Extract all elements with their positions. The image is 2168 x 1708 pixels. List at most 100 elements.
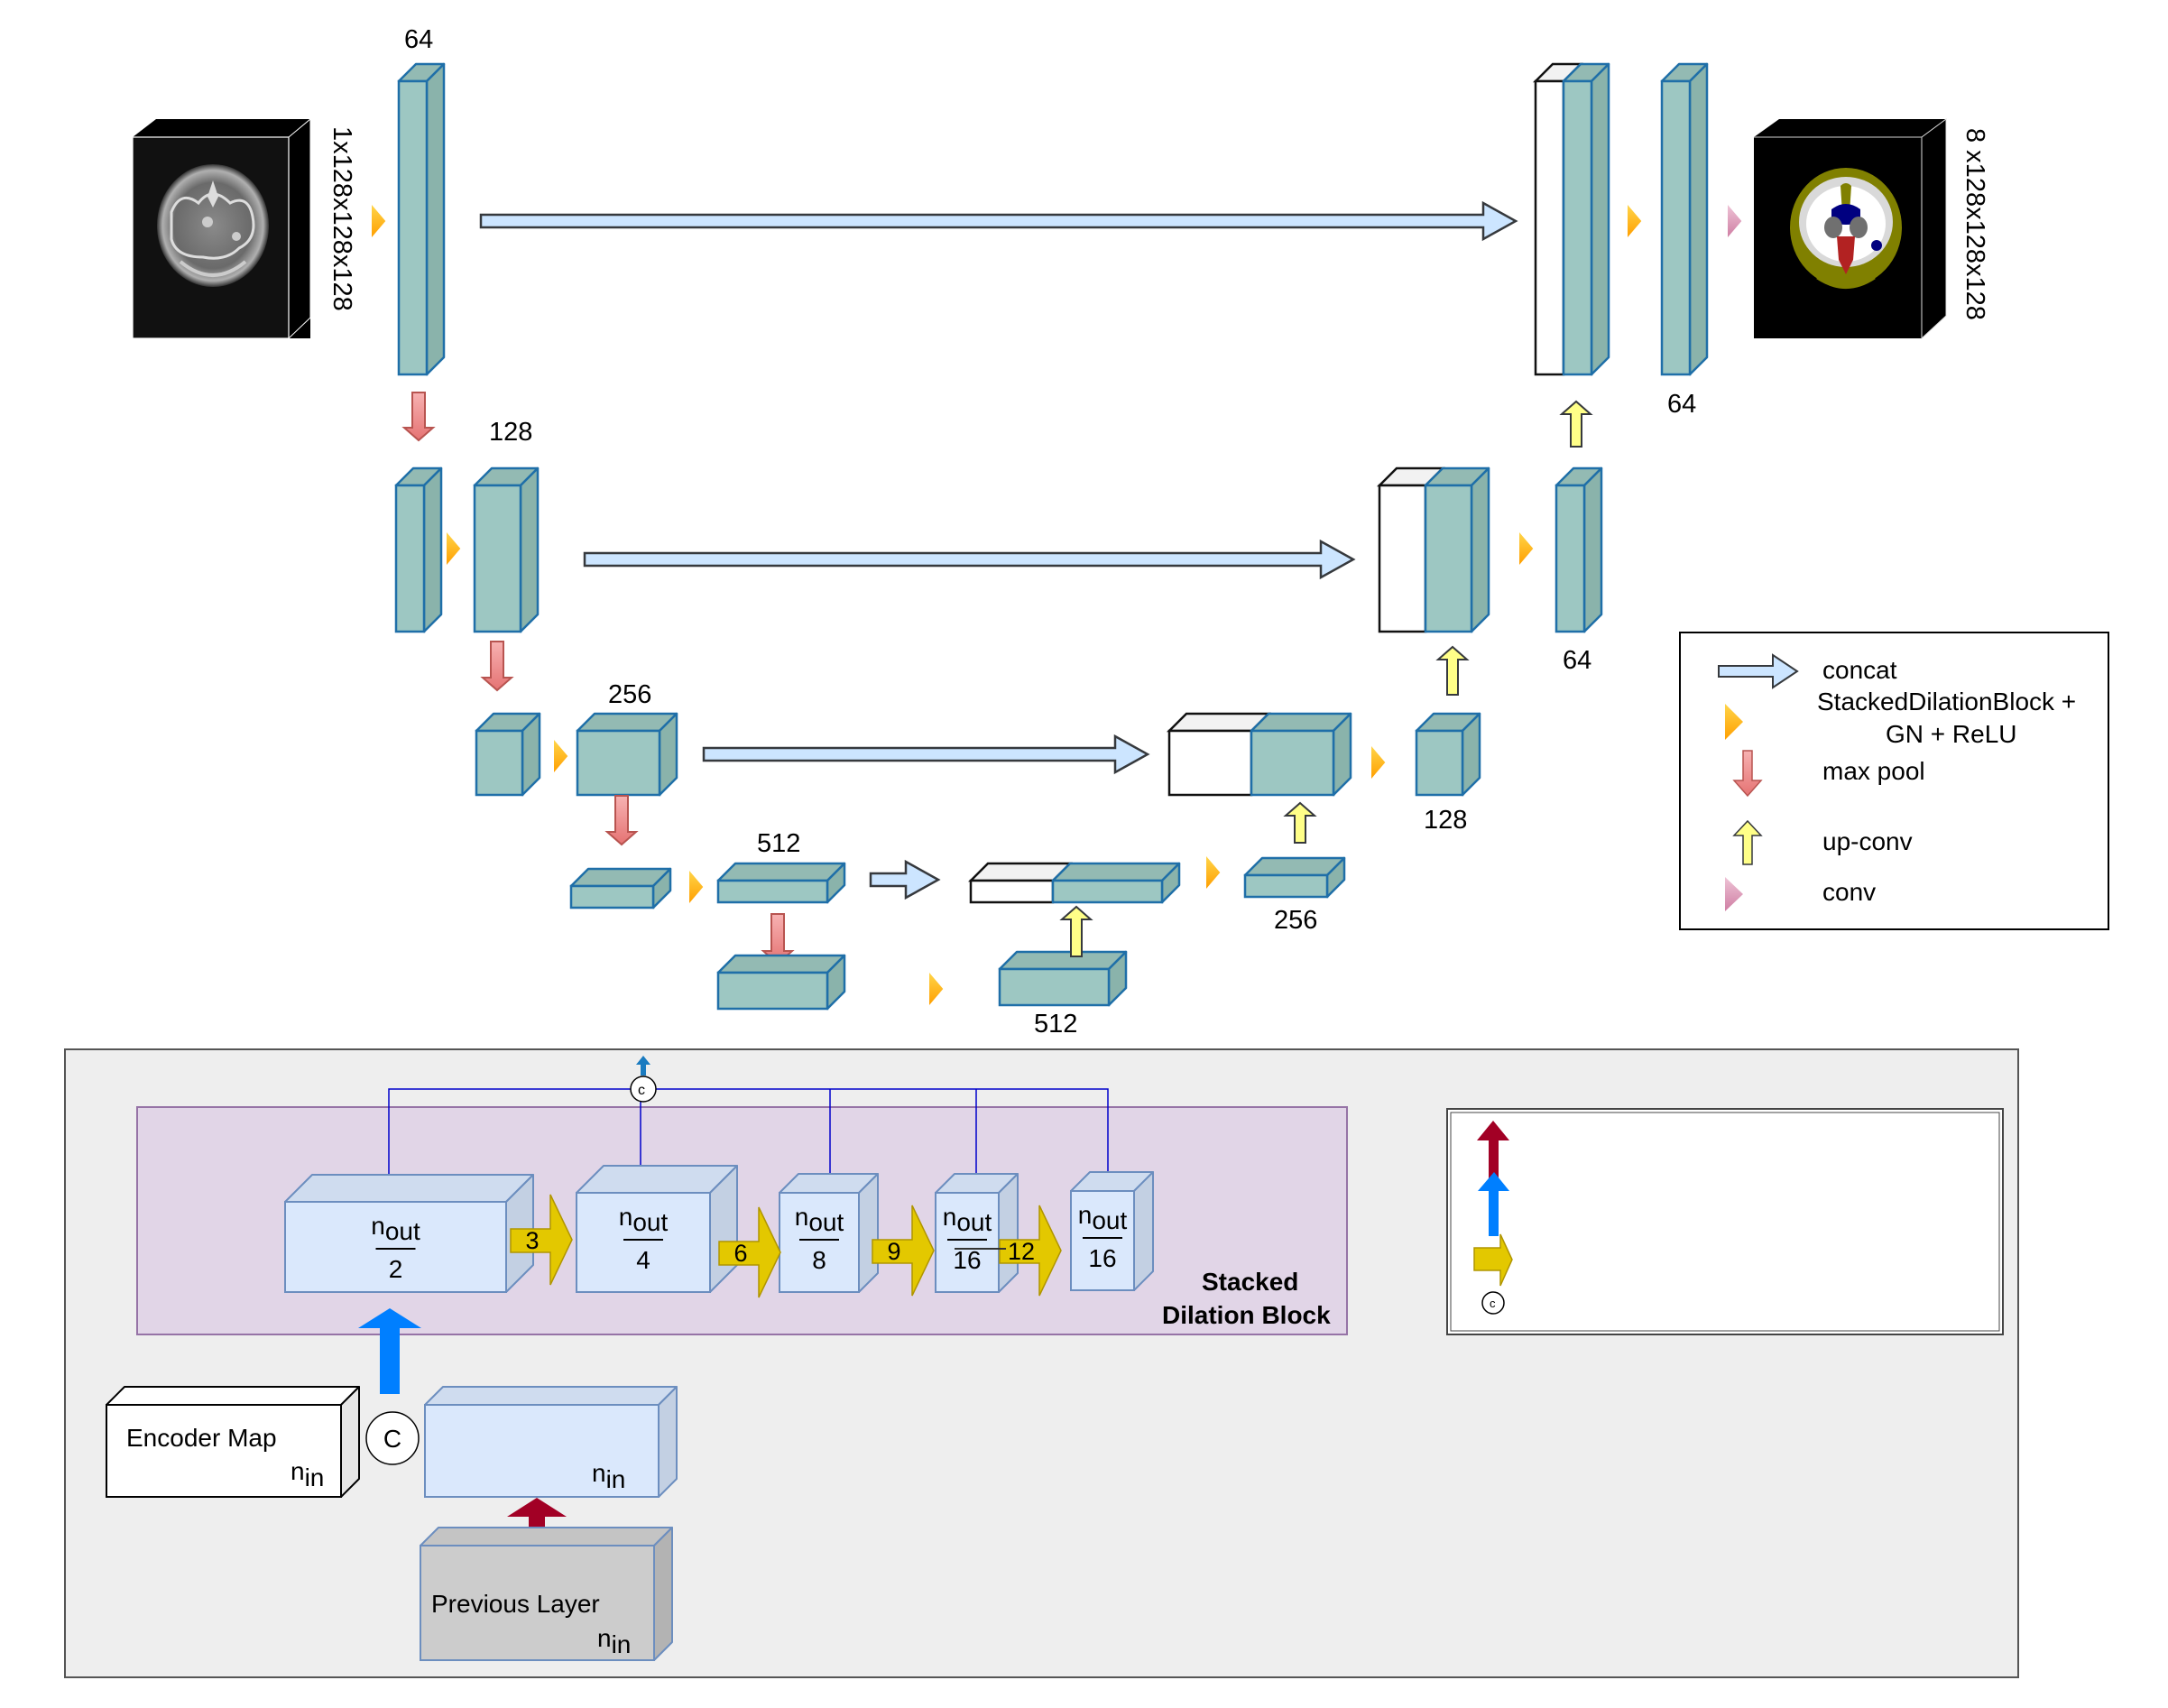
decoder-block-2 — [1555, 466, 1603, 633]
input-size-label: 1x128x128x128 — [328, 126, 356, 311]
merged-input-box: nin — [424, 1386, 678, 1498]
bottleneck-block-a — [716, 954, 846, 1011]
encoder-block-4b — [716, 862, 846, 904]
legend-conv-label: conv — [1822, 878, 1876, 906]
channel-label-enc2: 128 — [489, 418, 532, 447]
branch-box-4: nout16 — [935, 1173, 1019, 1293]
orange-triangle-icon — [689, 871, 704, 903]
max-pool-arrow-icon — [604, 795, 639, 846]
encoder-map-box: Encoder Mapnin — [106, 1386, 360, 1498]
up-conv-arrow-icon — [1435, 645, 1470, 696]
branch-box-5: nout16 — [1070, 1171, 1154, 1291]
encoder-map-label: Encoder Map — [126, 1424, 277, 1452]
legend-unet: concat StackedDilationBlock + GN + ReLU … — [1679, 632, 2109, 930]
previous-layer-box: Previous Layernin — [420, 1527, 673, 1661]
pink-triangle-icon — [1728, 205, 1742, 237]
up-conv-arrow-icon — [1283, 801, 1317, 844]
channel-label-dec1: 64 — [1667, 390, 1696, 419]
skip-connection-arrow-icon — [583, 539, 1356, 580]
channel-label-enc3: 256 — [608, 680, 651, 709]
merge-concat-label: C — [383, 1425, 401, 1453]
branch-denominator: 2 — [389, 1255, 403, 1283]
dilation-rate-label: 6 — [733, 1240, 747, 1267]
concat-teal-part — [1051, 862, 1181, 904]
channel-label-enc4: 512 — [757, 829, 800, 858]
encoder-block-3b — [576, 712, 678, 797]
decoder-block-1 — [1660, 62, 1709, 376]
max-pool-arrow-icon — [480, 641, 514, 692]
branch-box-3: nout8 — [779, 1173, 879, 1293]
branch-denominator: 8 — [812, 1246, 826, 1274]
concat-teal-part — [1562, 62, 1610, 376]
legend-concat-label: concat — [1822, 656, 1897, 684]
legend-maxpool-label: max pool — [1822, 757, 1925, 785]
branch-box-1: nout2 — [284, 1174, 534, 1293]
unet-architecture — [372, 62, 1742, 1011]
output-segmentation-icon — [1790, 168, 1902, 289]
up-conv-arrow-icon — [1559, 400, 1593, 448]
max-pool-arrow-icon — [401, 392, 436, 442]
branch-numerator-sub: out — [385, 1217, 420, 1245]
skip-connection-arrow-icon — [869, 859, 941, 900]
output-volume — [1754, 118, 1947, 340]
concat-teal-part — [1424, 466, 1490, 633]
branch-numerator-sub: out — [808, 1208, 844, 1236]
encoder-block-4a — [569, 867, 672, 909]
branch-box-2: nout4 — [576, 1165, 738, 1293]
legend-upconv-label: up-conv — [1822, 827, 1913, 855]
block-title-line2: Dilation Block — [1162, 1301, 1331, 1329]
previous-layer-label: Previous Layer — [431, 1590, 600, 1618]
orange-triangle-icon — [372, 205, 386, 237]
subscript: in — [305, 1463, 325, 1491]
legend-sdb-label-2: GN + ReLU — [1886, 720, 2017, 748]
branch-numerator-sub: out — [632, 1208, 668, 1236]
concat-symbol-text: c — [638, 1083, 645, 1098]
subscript: in — [612, 1630, 632, 1658]
block-title-line1: Stacked — [1202, 1268, 1298, 1296]
skip-connection-arrow-icon — [479, 200, 1518, 242]
branch-denominator: 4 — [636, 1246, 650, 1274]
encoder-block-2b — [473, 466, 540, 633]
concat-teal-part — [1250, 712, 1352, 797]
decoder-concat-block-2 — [1376, 466, 1490, 633]
input-brain-mri-icon — [157, 164, 269, 287]
encoder-block-3a — [475, 712, 541, 797]
orange-triangle-icon — [447, 532, 461, 565]
dilation-rate-label: 12 — [1008, 1238, 1035, 1265]
decoder-concat-block-1 — [1532, 62, 1610, 376]
concat-circle-icon: c — [1481, 1291, 1505, 1315]
dilation-rate-label: 3 — [525, 1227, 539, 1254]
output-size-label: 8 x128x128x128 — [1960, 128, 1989, 320]
svg-text:c: c — [1490, 1297, 1496, 1310]
decoder-concat-block-4 — [967, 862, 1181, 904]
decoder-concat-block-3 — [1166, 712, 1352, 797]
branch-denominator: 16 — [1088, 1244, 1116, 1272]
orange-triangle-icon — [1628, 205, 1642, 237]
encoder-block-1 — [397, 62, 446, 376]
up-conv-arrow-icon — [1059, 905, 1093, 957]
orange-triangle-icon — [1371, 746, 1386, 779]
channel-label-dec3: 128 — [1424, 806, 1467, 835]
orange-triangle-icon — [1206, 856, 1221, 889]
branch-numerator-sub: out — [956, 1208, 992, 1236]
orange-triangle-icon — [929, 973, 944, 1005]
unet-diagram: 1x128x128x128 8 x128x128x128 64 128 256 … — [64, 25, 2109, 1678]
skip-connection-arrow-icon — [702, 734, 1150, 775]
channel-label-dec2: 64 — [1563, 646, 1591, 675]
dilation-rate-label: 9 — [887, 1238, 900, 1265]
legend-sdb-label-1: StackedDilationBlock + — [1817, 688, 2076, 716]
decoder-block-4 — [1243, 856, 1346, 899]
orange-triangle-icon — [1519, 532, 1534, 565]
channel-label-dec4: 256 — [1274, 906, 1317, 935]
encoder-block-2a — [394, 466, 443, 633]
branch-denominator: 16 — [953, 1246, 981, 1274]
channel-label-bottleneck: 512 — [1034, 1010, 1077, 1039]
channel-label-enc1: 64 — [404, 25, 433, 54]
decoder-block-3 — [1415, 712, 1481, 797]
subscript: in — [606, 1465, 626, 1493]
input-volume — [132, 117, 311, 340]
orange-triangle-icon — [554, 740, 568, 772]
legend-block: c — [1446, 1108, 2004, 1335]
bottleneck-block-b — [998, 950, 1128, 1007]
branch-numerator-sub: out — [1092, 1206, 1127, 1234]
